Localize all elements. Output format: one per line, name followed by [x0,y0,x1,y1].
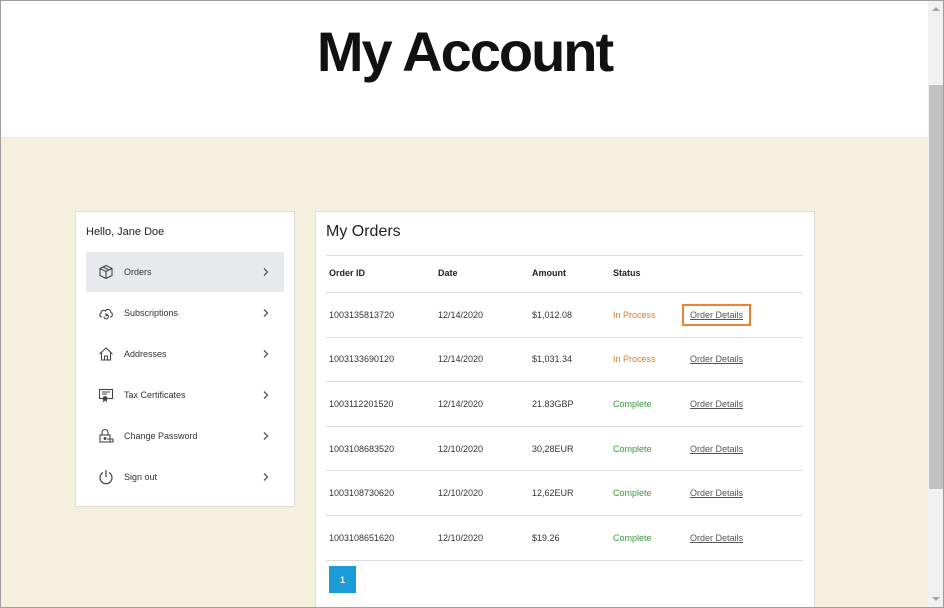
order-status: Complete [613,398,652,409]
column-header-date: Date [438,268,458,278]
order-date: 12/10/2020 [438,488,484,499]
table-row: 1003112201520 12/14/2020 21.83GBP Comple… [326,382,803,427]
scroll-down-arrow-icon[interactable] [928,591,943,607]
vertical-scrollbar[interactable] [928,1,943,607]
order-id: 1003108683520 [329,443,395,454]
table-row: 1003108683520 12/10/2020 30,28EUR Comple… [326,427,803,472]
orders-table: Order ID Date Amount Status 100313581372… [326,255,803,561]
chevron-right-icon [262,431,270,441]
order-date: 12/14/2020 [438,354,484,365]
table-header-row: Order ID Date Amount Status [326,255,803,293]
home-icon [98,346,114,362]
order-details-link[interactable]: Order Details [681,303,752,326]
order-status: Complete [613,443,652,454]
table-row: 1003108730620 12/10/2020 12,62EUR Comple… [326,471,803,516]
column-header-order-id: Order ID [329,268,366,278]
user-greeting: Hello, Jane Doe [86,226,165,238]
orders-title: My Orders [326,223,401,240]
sidebar-item-label: Addresses [124,348,167,359]
sidebar-item-label: Change Password [124,430,198,441]
power-icon [98,469,114,485]
table-row: 1003135813720 12/14/2020 $1,012.08 In Pr… [326,293,803,338]
order-amount: $1,012.08 [532,309,573,320]
chevron-right-icon [262,267,270,277]
order-date: 12/14/2020 [438,309,484,320]
order-amount: $1,031.34 [532,354,573,365]
my-orders-panel: My Orders Order ID Date Amount Status 10… [315,211,815,607]
sidebar-item-addresses[interactable]: Addresses [86,333,284,374]
table-row: 1003108651620 12/10/2020 $19.26 Complete… [326,516,803,561]
order-id: 1003112201520 [329,398,394,409]
order-status: In Process [613,309,656,320]
order-details-link[interactable]: Order Details [690,444,743,454]
order-id: 1003135813720 [329,309,395,320]
order-details-link[interactable]: Order Details [690,399,743,409]
order-details-link[interactable]: Order Details [690,533,743,543]
column-header-amount: Amount [532,268,566,278]
sidebar-item-tax-certificates[interactable]: Tax Certificates [86,374,284,415]
box-icon [98,264,114,280]
column-header-status: Status [613,268,641,278]
sidebar-item-label: Subscriptions [124,307,179,318]
scrollbar-thumb[interactable] [929,85,943,489]
page-header: My Account [1,1,928,137]
order-id: 1003133690120 [329,354,395,365]
order-date: 12/14/2020 [438,398,484,409]
order-status: In Process [613,354,656,365]
chevron-right-icon [262,308,270,318]
order-amount: 30,28EUR [532,443,574,454]
cloud-refresh-icon [98,305,114,321]
sidebar-item-label: Sign out [124,471,158,482]
order-status: Complete [613,532,652,543]
sidebar-item-sign-out[interactable]: Sign out [86,456,284,497]
sidebar-item-label: Tax Certificates [124,389,186,400]
browser-frame: My Account Hello, Jane Doe Orders Subscr… [0,0,944,608]
page-title: My Account [316,20,614,83]
certificate-icon [98,387,114,403]
chevron-right-icon [262,349,270,359]
account-sidebar: Hello, Jane Doe Orders Subscriptions Add… [75,211,295,507]
chevron-right-icon [262,390,270,400]
order-id: 1003108730620 [329,488,395,499]
sidebar-item-subscriptions[interactable]: Subscriptions [86,292,284,333]
table-row: 1003133690120 12/14/2020 $1,031.34 In Pr… [326,338,803,383]
account-menu: Orders Subscriptions Addresses Tax Certi… [86,252,284,497]
order-details-link[interactable]: Order Details [690,488,743,498]
pagination-page-button[interactable]: 1 [329,566,356,593]
order-status: Complete [613,488,652,499]
order-date: 12/10/2020 [438,443,484,454]
order-date: 12/10/2020 [438,532,484,543]
order-amount: 12,62EUR [532,488,574,499]
sidebar-item-label: Orders [124,267,152,277]
sidebar-item-orders[interactable]: Orders [86,252,284,292]
order-details-link[interactable]: Order Details [690,354,743,364]
order-amount: $19.26 [532,532,560,543]
order-id: 1003108651620 [329,532,395,543]
order-amount: 21.83GBP [532,398,574,409]
scroll-up-arrow-icon[interactable] [928,1,943,18]
chevron-right-icon [262,472,270,482]
sidebar-item-change-password[interactable]: Change Password [86,415,284,456]
lock-icon [98,428,114,444]
